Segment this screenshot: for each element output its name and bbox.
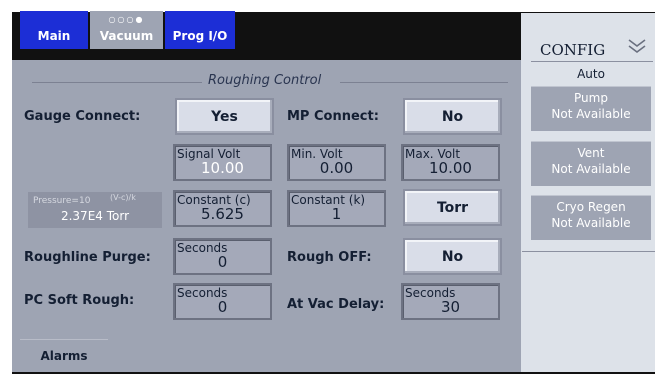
signal-volt-field: Signal Volt 10.00	[173, 144, 272, 181]
tab-vacuum[interactable]: ○○○● Vacuum	[90, 11, 163, 49]
cryo-regen-status: Not Available	[551, 216, 631, 230]
tab-main[interactable]: Main	[20, 11, 88, 49]
sidebar-divider	[522, 251, 655, 252]
alarms-tab[interactable]: Alarms	[20, 339, 108, 371]
vent-status: Not Available	[551, 162, 631, 176]
config-divider	[531, 61, 653, 62]
pc-soft-rough-value: 0	[217, 298, 228, 316]
section-title: Roughing Control	[208, 73, 322, 88]
tab-vacuum-label: Vacuum	[99, 29, 154, 43]
min-volt-field[interactable]: Min. Volt 0.00	[287, 144, 386, 181]
at-vac-delay-value: 30	[440, 298, 461, 316]
pressure-formula: Pressure=10	[33, 196, 91, 206]
cryo-regen-name: Cryo Regen	[556, 200, 626, 214]
pressure-value: 2.37E4 Torr	[60, 209, 130, 223]
pc-soft-rough-label: PC Soft Rough:	[24, 293, 135, 308]
signal-volt-value: 10.00	[201, 159, 244, 177]
cryo-regen-button[interactable]: Cryo Regen Not Available	[531, 195, 651, 240]
constant-k-field[interactable]: Constant (k) 1	[287, 190, 386, 227]
page-dots-indicator: ○○○●	[108, 15, 145, 24]
tab-prog-io[interactable]: Prog I/O	[165, 11, 235, 49]
section-divider-right	[340, 82, 508, 83]
roughline-purge-label: Roughline Purge:	[24, 250, 151, 265]
rough-off-button[interactable]: No	[403, 238, 502, 275]
mode-label: Auto	[577, 67, 605, 81]
constant-c-value: 5.625	[201, 205, 244, 223]
tab-prog-io-label: Prog I/O	[172, 29, 228, 43]
roughline-purge-value: 0	[217, 253, 228, 271]
pressure-readout: Pressure=10 (V-c)/k 2.37E4 Torr	[28, 192, 162, 228]
pc-soft-rough-field[interactable]: Seconds 0	[173, 283, 272, 320]
rough-off-label: Rough OFF:	[287, 250, 372, 265]
pump-button[interactable]: Pump Not Available	[531, 86, 651, 131]
gauge-connect-button[interactable]: Yes	[175, 98, 274, 135]
double-chevron-down-icon[interactable]	[627, 38, 647, 54]
pump-status: Not Available	[551, 107, 631, 121]
gauge-connect-label: Gauge Connect:	[24, 109, 141, 124]
section-divider-left	[32, 82, 202, 83]
at-vac-delay-label: At Vac Delay:	[287, 297, 385, 312]
pressure-exponent: (V-c)/k	[110, 193, 136, 202]
vent-button[interactable]: Vent Not Available	[531, 141, 651, 186]
mp-connect-label: MP Connect:	[287, 109, 379, 124]
at-vac-delay-field[interactable]: Seconds 30	[401, 283, 500, 320]
constant-c-field[interactable]: Constant (c) 5.625	[173, 190, 272, 227]
vent-name: Vent	[577, 146, 605, 160]
tab-main-label: Main	[37, 29, 71, 43]
units-button[interactable]: Torr	[403, 189, 502, 226]
roughline-purge-field[interactable]: Seconds 0	[173, 238, 272, 275]
mp-connect-button[interactable]: No	[403, 98, 502, 135]
pump-name: Pump	[574, 91, 608, 105]
min-volt-value: 0.00	[319, 159, 354, 177]
max-volt-value: 10.00	[429, 159, 472, 177]
max-volt-field[interactable]: Max. Volt 10.00	[401, 144, 500, 181]
config-title[interactable]: CONFIG	[540, 41, 605, 59]
constant-k-value: 1	[331, 205, 342, 223]
